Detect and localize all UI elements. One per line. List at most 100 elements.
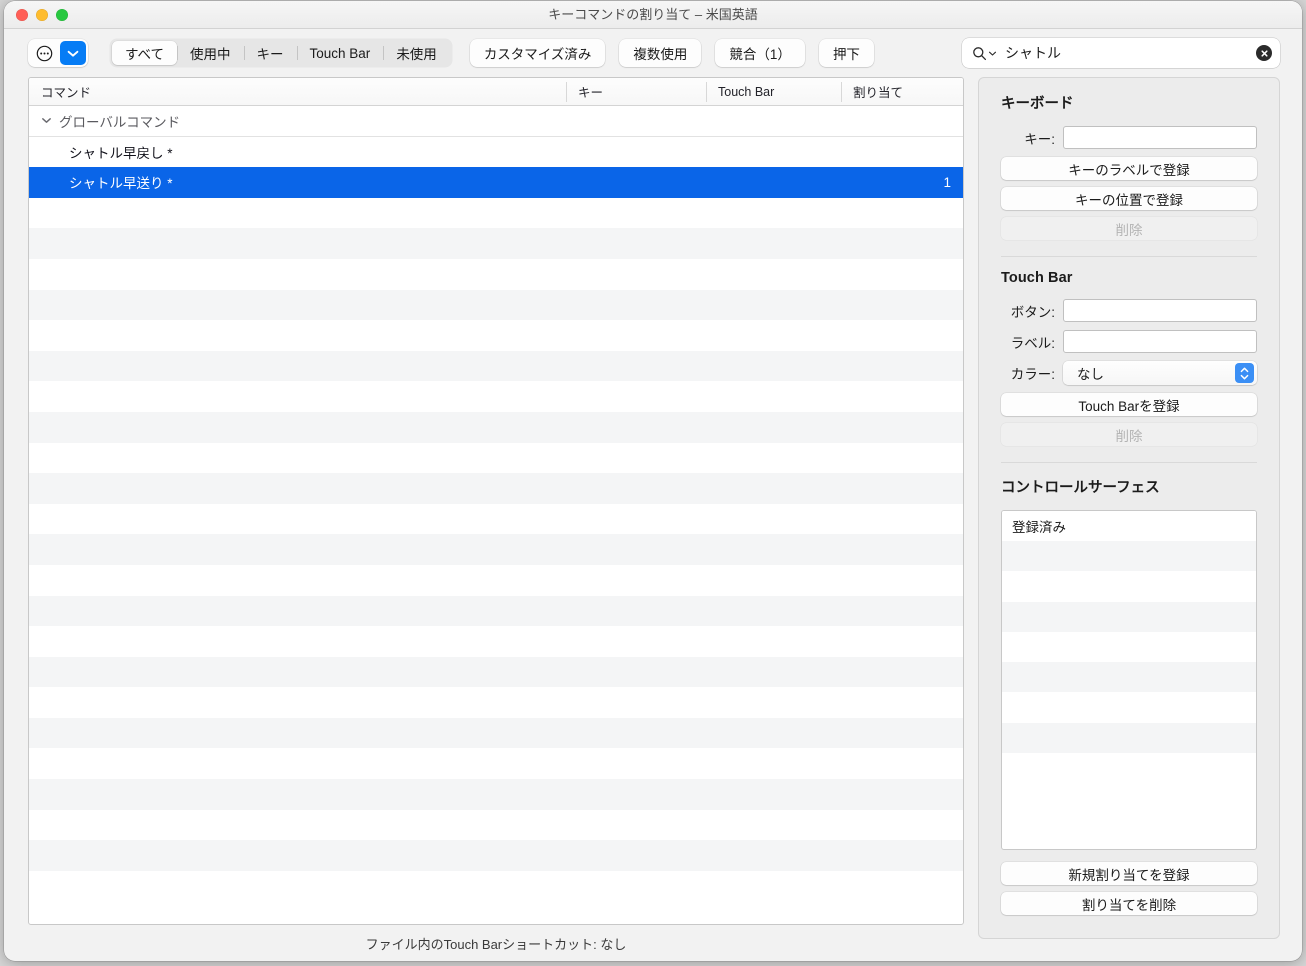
register-touchbar-button[interactable]: Touch Barを登録 (1001, 393, 1257, 416)
table-empty-row (29, 320, 963, 351)
filter-segmented-control: すべて 使用中 キー Touch Bar 未使用 (110, 39, 452, 67)
control-surface-section-title: コントロールサーフェス (1001, 476, 1257, 497)
segment-all[interactable]: すべて (112, 41, 177, 65)
table-empty-row (29, 779, 963, 810)
section-divider (1001, 462, 1257, 463)
control-surface-empty-row (1002, 723, 1256, 753)
touchbar-color-value: なし (1077, 363, 1104, 383)
action-menu-button[interactable] (30, 41, 58, 65)
keyboard-section-title: キーボード (1001, 92, 1257, 113)
register-by-key-position-button[interactable]: キーの位置で登録 (1001, 187, 1257, 210)
touchbar-color-select[interactable]: なし (1063, 361, 1257, 385)
search-clear-button[interactable] (1256, 45, 1272, 61)
table-cell-command: シャトル早戻し * (69, 142, 173, 162)
window-title: キーコマンドの割り当て – 米国英語 (4, 1, 1302, 29)
chevron-down-icon (988, 49, 997, 58)
toolbar: すべて 使用中 キー Touch Bar 未使用 カスタマイズ済み 複数使用 競… (4, 29, 1302, 77)
segment-unused[interactable]: 未使用 (383, 41, 450, 65)
table-empty-row (29, 473, 963, 504)
table-empty-row (29, 290, 963, 321)
table-empty-row (29, 810, 963, 841)
chevron-up-icon (1240, 367, 1249, 373)
column-header-command[interactable]: コマンド (29, 78, 566, 105)
table-empty-row (29, 626, 963, 657)
search-icon-group[interactable] (972, 46, 997, 61)
register-new-assignment-button[interactable]: 新規割り当てを登録 (1001, 862, 1257, 885)
search-field[interactable]: シャトル (962, 38, 1280, 68)
touchbar-delete-button: 削除 (1001, 423, 1257, 446)
segment-in-use[interactable]: 使用中 (177, 41, 244, 65)
view-popup-button[interactable] (60, 41, 86, 65)
chevron-down-icon (41, 115, 52, 126)
ellipsis-circle-icon (36, 45, 53, 62)
filter-pressed-button[interactable]: 押下 (819, 39, 874, 67)
segment-touch-bar[interactable]: Touch Bar (297, 41, 384, 65)
titlebar: キーコマンドの割り当て – 米国英語 (4, 1, 1302, 29)
touchbar-label-label: ラベル: (1001, 332, 1055, 352)
keyboard-key-input[interactable] (1063, 126, 1257, 149)
table-empty-row (29, 687, 963, 718)
control-surface-empty-row (1002, 541, 1256, 571)
table-empty-row (29, 657, 963, 688)
touchbar-button-field-row: ボタン: (1001, 299, 1257, 322)
control-surface-empty-row (1002, 571, 1256, 601)
control-surface-empty-row (1002, 632, 1256, 662)
table-empty-row (29, 198, 963, 229)
table-empty-row (29, 718, 963, 749)
status-text: ファイル内のTouch Barショートカット: なし (28, 925, 964, 961)
action-popup-group (28, 39, 88, 67)
filter-conflicts-button[interactable]: 競合（1） (715, 39, 805, 67)
table-group-row[interactable]: グローバルコマンド (29, 106, 963, 137)
filter-customized-button[interactable]: カスタマイズ済み (470, 39, 606, 67)
table-empty-row (29, 412, 963, 443)
table-empty-row (29, 534, 963, 565)
column-header-touchbar[interactable]: Touch Bar (706, 78, 841, 105)
touchbar-section-title: Touch Bar (1001, 270, 1257, 286)
touchbar-color-label: カラー: (1001, 363, 1055, 383)
section-divider (1001, 256, 1257, 257)
control-surface-list[interactable]: 登録済み (1001, 510, 1257, 850)
table-cell-assignment: 1 (943, 175, 951, 190)
table-empty-row (29, 840, 963, 871)
table-empty-row (29, 748, 963, 779)
search-icon (972, 46, 987, 61)
chevron-down-icon (1240, 374, 1249, 380)
keyboard-key-label: キー: (1001, 128, 1055, 148)
table-header: コマンド キー Touch Bar 割り当て (29, 78, 963, 106)
table-empty-row (29, 228, 963, 259)
control-surface-empty-row (1002, 692, 1256, 722)
delete-assignment-button[interactable]: 割り当てを削除 (1001, 892, 1257, 915)
table-empty-row (29, 351, 963, 382)
control-surface-list-header: 登録済み (1002, 511, 1256, 541)
table-empty-row (29, 596, 963, 627)
search-input[interactable]: シャトル (1005, 43, 1256, 63)
table-empty-row (29, 443, 963, 474)
touchbar-button-input[interactable] (1063, 299, 1257, 322)
key-command-window: キーコマンドの割り当て – 米国英語 すべて 使用中 キー (4, 1, 1302, 961)
table-body: グローバルコマンド シャトル早戻し * シャトル早送り * 1 (29, 106, 963, 924)
command-table: コマンド キー Touch Bar 割り当て グローバルコマンド シャトル早戻し… (28, 77, 964, 925)
control-surface-empty-row (1002, 753, 1256, 783)
filter-multiple-use-button[interactable]: 複数使用 (619, 39, 701, 67)
keyboard-key-field-row: キー: (1001, 126, 1257, 149)
table-cell-command: シャトル早送り * (69, 172, 173, 192)
inspector-panel: キーボード キー: キーのラベルで登録 キーの位置で登録 削除 Touch Ba… (978, 77, 1280, 939)
table-group-label: グローバルコマンド (59, 111, 180, 131)
table-row[interactable]: シャトル早送り * 1 (29, 167, 963, 198)
chevron-down-icon (67, 49, 79, 58)
touchbar-label-input[interactable] (1063, 330, 1257, 353)
table-row[interactable]: シャトル早戻し * (29, 137, 963, 168)
table-empty-row (29, 565, 963, 596)
table-empty-row (29, 504, 963, 535)
table-empty-row (29, 259, 963, 290)
segment-key[interactable]: キー (244, 41, 297, 65)
window-body: コマンド キー Touch Bar 割り当て グローバルコマンド シャトル早戻し… (4, 77, 1302, 961)
column-header-assignment[interactable]: 割り当て (841, 78, 963, 105)
popup-stepper-icon[interactable] (1235, 363, 1254, 383)
control-surface-empty-row (1002, 662, 1256, 692)
column-header-key[interactable]: キー (566, 78, 706, 105)
table-empty-row (29, 381, 963, 412)
control-surface-empty-row (1002, 602, 1256, 632)
clear-icon (1260, 49, 1269, 58)
register-by-key-label-button[interactable]: キーのラベルで登録 (1001, 157, 1257, 180)
